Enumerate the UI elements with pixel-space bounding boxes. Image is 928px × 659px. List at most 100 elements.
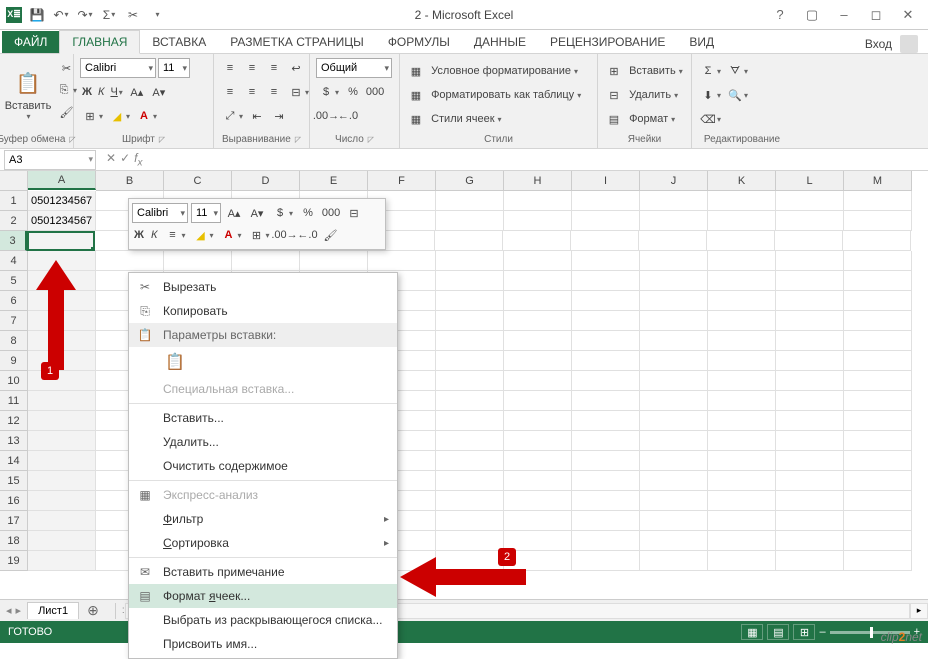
cell-J5[interactable]: [640, 271, 708, 291]
cell-L13[interactable]: [776, 431, 844, 451]
cell-K18[interactable]: [708, 531, 776, 551]
rowhdr-6[interactable]: 6: [0, 291, 28, 311]
rowhdr-15[interactable]: 15: [0, 471, 28, 491]
cell-M6[interactable]: [844, 291, 912, 311]
font-dialog-icon[interactable]: ◸: [159, 135, 165, 144]
rowhdr-7[interactable]: 7: [0, 311, 28, 331]
cell-K17[interactable]: [708, 511, 776, 531]
cell-I5[interactable]: [572, 271, 640, 291]
cell-M1[interactable]: [844, 191, 912, 211]
cell-A6[interactable]: [28, 291, 96, 311]
cell-J8[interactable]: [640, 331, 708, 351]
cell-J11[interactable]: [640, 391, 708, 411]
cell-K16[interactable]: [708, 491, 776, 511]
tab-home[interactable]: ГЛАВНАЯ: [59, 30, 140, 54]
cell-L5[interactable]: [776, 271, 844, 291]
cell-A5[interactable]: [28, 271, 96, 291]
cell-J15[interactable]: [640, 471, 708, 491]
cell-A10[interactable]: [28, 371, 96, 391]
colhdr-F[interactable]: F: [368, 171, 436, 191]
qat-redo-icon[interactable]: ↷▾: [76, 6, 94, 24]
cell-K10[interactable]: [708, 371, 776, 391]
cell-G3[interactable]: [435, 231, 503, 251]
help-icon[interactable]: ?: [766, 5, 794, 25]
cell-H8[interactable]: [504, 331, 572, 351]
align-dialog-icon[interactable]: ◸: [295, 135, 301, 144]
cell-A9[interactable]: [28, 351, 96, 371]
rowhdr-2[interactable]: 2: [0, 211, 28, 231]
colhdr-E[interactable]: E: [300, 171, 368, 191]
autosum-button[interactable]: Σ▾: [698, 61, 723, 81]
cell-G19[interactable]: [436, 551, 504, 571]
cell-J19[interactable]: [640, 551, 708, 571]
qat-customize-icon[interactable]: ▾: [148, 6, 166, 24]
borders-button[interactable]: ⊞▾: [80, 106, 105, 126]
cell-M15[interactable]: [844, 471, 912, 491]
ctx-sort[interactable]: Сортировка▸: [129, 531, 397, 555]
colhdr-L[interactable]: L: [776, 171, 844, 191]
tab-layout[interactable]: РАЗМЕТКА СТРАНИЦЫ: [218, 31, 376, 53]
cell-G1[interactable]: [436, 191, 504, 211]
cell-L1[interactable]: [776, 191, 844, 211]
format-as-table-button[interactable]: ▦ Форматировать как таблицу▾: [406, 85, 592, 105]
tab-file[interactable]: ФАЙЛ: [2, 31, 59, 53]
enter-formula-icon[interactable]: ✓: [120, 151, 130, 168]
sheet-tab-1[interactable]: Лист1: [27, 602, 79, 619]
cell-M10[interactable]: [844, 371, 912, 391]
ctx-filter[interactable]: Фильтр▸: [129, 507, 397, 531]
mini-borders[interactable]: ⊞▾: [246, 225, 271, 245]
tab-view[interactable]: ВИД: [677, 31, 726, 53]
cell-J2[interactable]: [640, 211, 708, 231]
cell-K3[interactable]: [707, 231, 775, 251]
paste-default-icon[interactable]: 📋: [163, 350, 187, 374]
cell-K14[interactable]: [708, 451, 776, 471]
cells-delete-button[interactable]: ⊟ Удалить▾: [604, 85, 686, 105]
cell-I2[interactable]: [572, 211, 640, 231]
ctx-pick-from-list[interactable]: Выбрать из раскрывающегося списка...: [129, 608, 397, 632]
colhdr-D[interactable]: D: [232, 171, 300, 191]
cells-format-button[interactable]: ▤ Формат▾: [604, 109, 686, 129]
cell-I14[interactable]: [572, 451, 640, 471]
mini-size-combo[interactable]: 11: [191, 203, 221, 223]
cell-G15[interactable]: [436, 471, 504, 491]
select-all-corner[interactable]: [0, 171, 28, 191]
percent-button[interactable]: %: [343, 82, 363, 102]
inc-indent-button[interactable]: ⇥: [269, 106, 289, 126]
cell-F4[interactable]: [368, 251, 436, 271]
cell-K1[interactable]: [708, 191, 776, 211]
font-color-button[interactable]: A▾: [134, 106, 159, 126]
close-icon[interactable]: ✕: [894, 5, 922, 25]
cell-L15[interactable]: [776, 471, 844, 491]
cell-A16[interactable]: [28, 491, 96, 511]
rowhdr-19[interactable]: 19: [0, 551, 28, 571]
cell-K4[interactable]: [708, 251, 776, 271]
cell-G18[interactable]: [436, 531, 504, 551]
cell-H7[interactable]: [504, 311, 572, 331]
cell-M5[interactable]: [844, 271, 912, 291]
cell-J13[interactable]: [640, 431, 708, 451]
cell-K2[interactable]: [708, 211, 776, 231]
bold-button[interactable]: Ж: [80, 84, 94, 100]
cell-L8[interactable]: [776, 331, 844, 351]
cell-G17[interactable]: [436, 511, 504, 531]
colhdr-I[interactable]: I: [572, 171, 640, 191]
cell-J16[interactable]: [640, 491, 708, 511]
cell-J14[interactable]: [640, 451, 708, 471]
cell-I18[interactable]: [572, 531, 640, 551]
align-left-button[interactable]: ≡: [220, 82, 240, 102]
cell-J1[interactable]: [640, 191, 708, 211]
conditional-formatting-button[interactable]: ▦ Условное форматирование▾: [406, 61, 592, 81]
cell-I1[interactable]: [572, 191, 640, 211]
cell-J4[interactable]: [640, 251, 708, 271]
align-middle-button[interactable]: ≡: [242, 58, 262, 78]
cell-H11[interactable]: [504, 391, 572, 411]
cancel-formula-icon[interactable]: ✕: [106, 151, 116, 168]
maximize-icon[interactable]: ◻: [862, 5, 890, 25]
cell-M2[interactable]: [844, 211, 912, 231]
fill-button[interactable]: ⬇▾: [698, 85, 723, 105]
cell-L10[interactable]: [776, 371, 844, 391]
cell-J6[interactable]: [640, 291, 708, 311]
cell-K13[interactable]: [708, 431, 776, 451]
tab-data[interactable]: ДАННЫЕ: [462, 31, 538, 53]
cell-M17[interactable]: [844, 511, 912, 531]
